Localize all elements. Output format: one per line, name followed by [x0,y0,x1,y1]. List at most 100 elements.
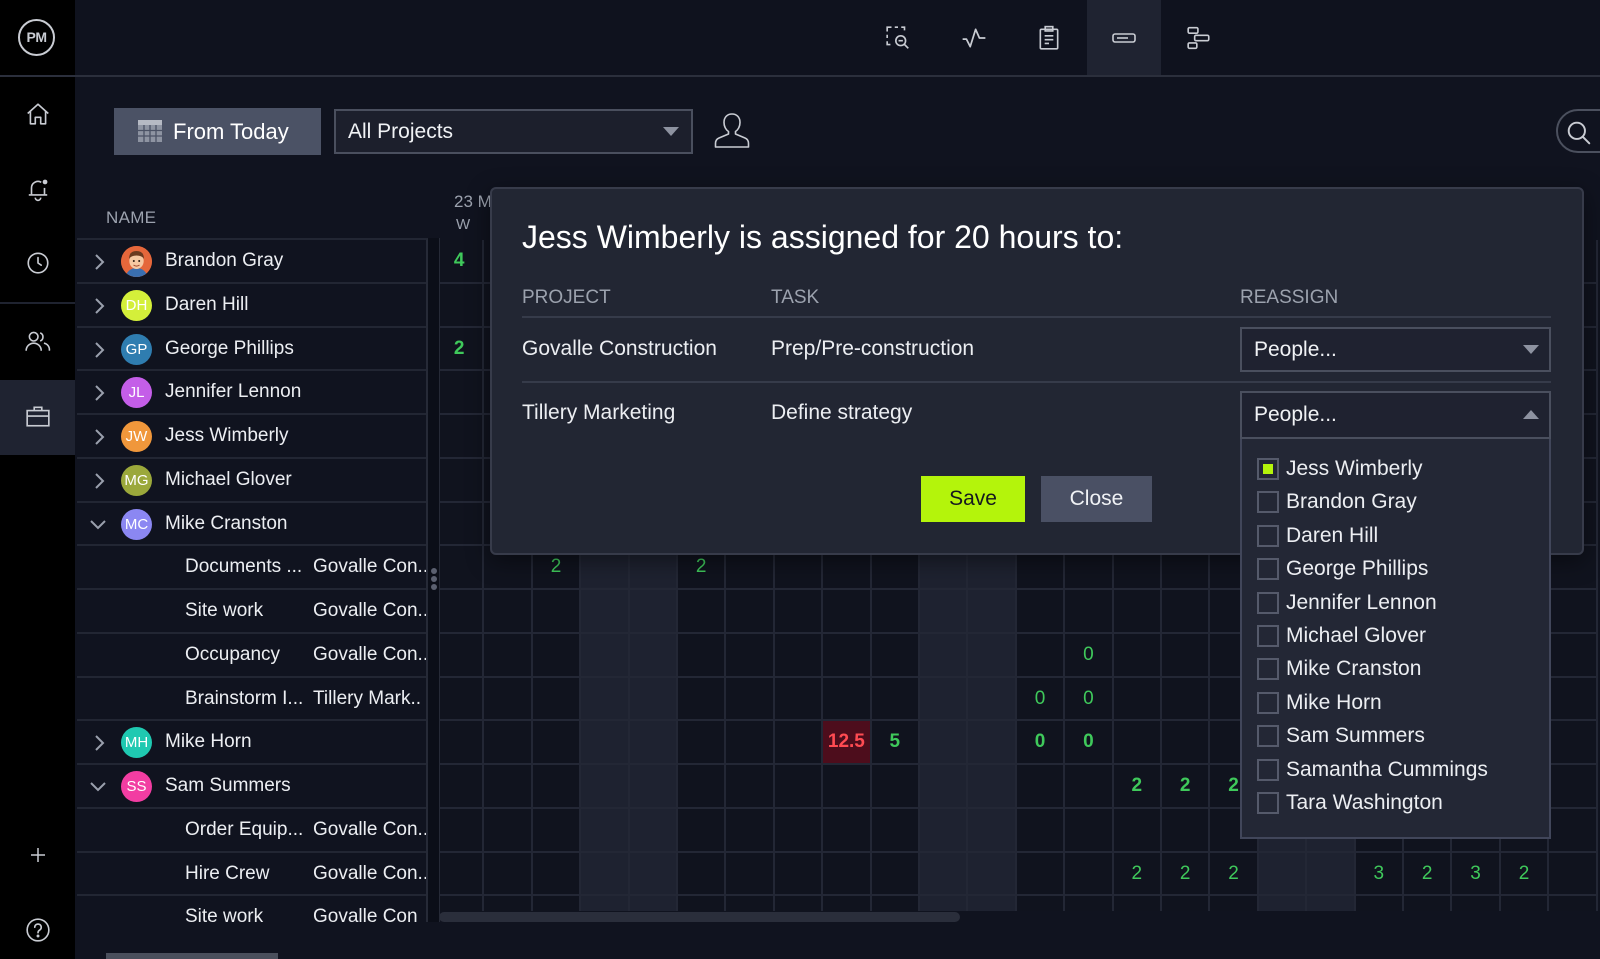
workload-cell[interactable] [1162,896,1211,911]
workload-cell[interactable]: 2 [436,327,485,372]
workload-cell[interactable] [968,633,1017,678]
workload-cell[interactable] [823,765,872,809]
checkbox[interactable] [1257,491,1279,514]
workload-cell[interactable] [774,765,824,809]
person-row[interactable]: GP George Phillips [77,328,426,372]
workload-cell[interactable] [436,546,485,590]
workload-cell[interactable] [823,808,872,853]
workload-cell[interactable] [774,808,824,853]
view-workload[interactable] [1087,0,1161,75]
workload-cell[interactable] [581,677,630,722]
workload-cell[interactable] [1065,852,1114,897]
workload-cell[interactable] [1016,808,1066,853]
workload-cell[interactable] [629,808,678,853]
person-row[interactable]: DH Daren Hill [77,284,426,328]
dropdown-option[interactable]: Samantha Cummings [1242,753,1549,787]
workload-cell[interactable] [581,765,630,809]
view-dashboard[interactable] [937,0,1011,75]
workload-cell[interactable] [774,633,824,678]
workload-cell[interactable] [581,896,630,911]
workload-cell[interactable] [1113,677,1162,722]
project-filter-select[interactable]: All Projects [334,109,693,154]
workload-cell[interactable] [581,721,630,765]
workload-cell[interactable]: 5 [871,721,920,765]
chevron-right-icon[interactable] [91,297,107,315]
workload-cell[interactable] [436,677,485,722]
workload-cell[interactable] [678,852,727,897]
view-list[interactable] [1012,0,1086,75]
workload-cell[interactable] [678,590,727,634]
workload-cell[interactable] [1113,808,1162,853]
workload-cell[interactable] [968,808,1017,853]
workload-cell[interactable] [436,283,485,328]
workload-cell[interactable] [436,502,485,547]
workload-cell[interactable] [920,721,969,765]
workload-cell[interactable] [871,633,920,678]
reassign-select-open[interactable]: People... [1240,391,1551,439]
chevron-down-icon[interactable] [89,517,107,533]
workload-cell[interactable]: 2 [1162,852,1211,897]
workload-cell[interactable] [1258,896,1308,911]
from-today-button[interactable]: From Today [114,108,321,155]
workload-cell[interactable] [1162,633,1211,678]
workload-cell[interactable] [726,808,775,853]
workload-cell[interactable] [678,633,727,678]
workload-cell[interactable] [823,590,872,634]
workload-cell[interactable] [532,765,582,809]
workload-cell[interactable] [1549,633,1598,678]
workload-cell[interactable] [532,896,582,911]
person-row[interactable]: SS Sam Summers [77,765,426,809]
workload-cell[interactable] [484,852,533,897]
workload-cell[interactable] [1113,633,1162,678]
workload-cell[interactable] [774,721,824,765]
workload-cell[interactable] [920,808,969,853]
workload-cell[interactable] [920,633,969,678]
workload-cell[interactable] [532,677,582,722]
workload-cell[interactable] [629,765,678,809]
workload-cell[interactable] [436,721,485,765]
workload-cell[interactable] [1549,677,1598,722]
workload-cell[interactable]: 2 [1113,852,1162,897]
workload-cell[interactable] [436,765,485,809]
workload-cell[interactable] [1162,721,1211,765]
workload-cell[interactable] [436,633,485,678]
workload-cell[interactable] [581,808,630,853]
workload-cell[interactable] [1065,765,1114,809]
checkbox[interactable] [1257,691,1279,714]
workload-cell[interactable] [1162,590,1211,634]
workload-cell[interactable] [920,896,969,911]
workload-cell[interactable] [774,677,824,722]
sidebar-item-people[interactable] [0,319,75,363]
workload-cell[interactable] [1549,765,1598,809]
search-button[interactable] [1556,109,1600,153]
checkbox[interactable] [1257,558,1279,581]
workload-cell[interactable] [436,896,485,911]
task-row[interactable]: Order Equip... Govalle Con.. [77,809,426,853]
dropdown-option[interactable]: Jess Wimberly [1242,452,1549,486]
workload-cell[interactable] [484,590,533,634]
workload-cell[interactable] [678,896,727,911]
workload-cell[interactable]: 0 [1016,721,1066,765]
person-row[interactable]: MG Michael Glover [77,459,426,503]
user-filter-button[interactable] [713,111,751,151]
workload-cell[interactable] [726,765,775,809]
person-row[interactable]: JL Jennifer Lennon [77,371,426,415]
workload-cell[interactable] [726,590,775,634]
reassign-select[interactable]: People... [1240,327,1551,372]
workload-cell[interactable] [968,590,1017,634]
name-column-header[interactable]: NAME [106,208,156,228]
workload-cell[interactable] [1549,721,1598,765]
chevron-right-icon[interactable] [91,253,107,271]
grid-horizontal-scrollbar[interactable] [439,912,960,922]
workload-cell[interactable] [823,677,872,722]
sidebar-item-projects[interactable] [0,394,75,438]
workload-cell[interactable] [532,633,582,678]
workload-cell[interactable] [581,633,630,678]
workload-cell[interactable] [1307,896,1356,911]
workload-cell[interactable] [1549,896,1598,911]
workload-cell[interactable] [436,458,485,503]
workload-cell[interactable] [581,852,630,897]
workload-cell[interactable] [532,721,582,765]
workload-cell[interactable] [871,677,920,722]
workload-cell[interactable] [920,590,969,634]
